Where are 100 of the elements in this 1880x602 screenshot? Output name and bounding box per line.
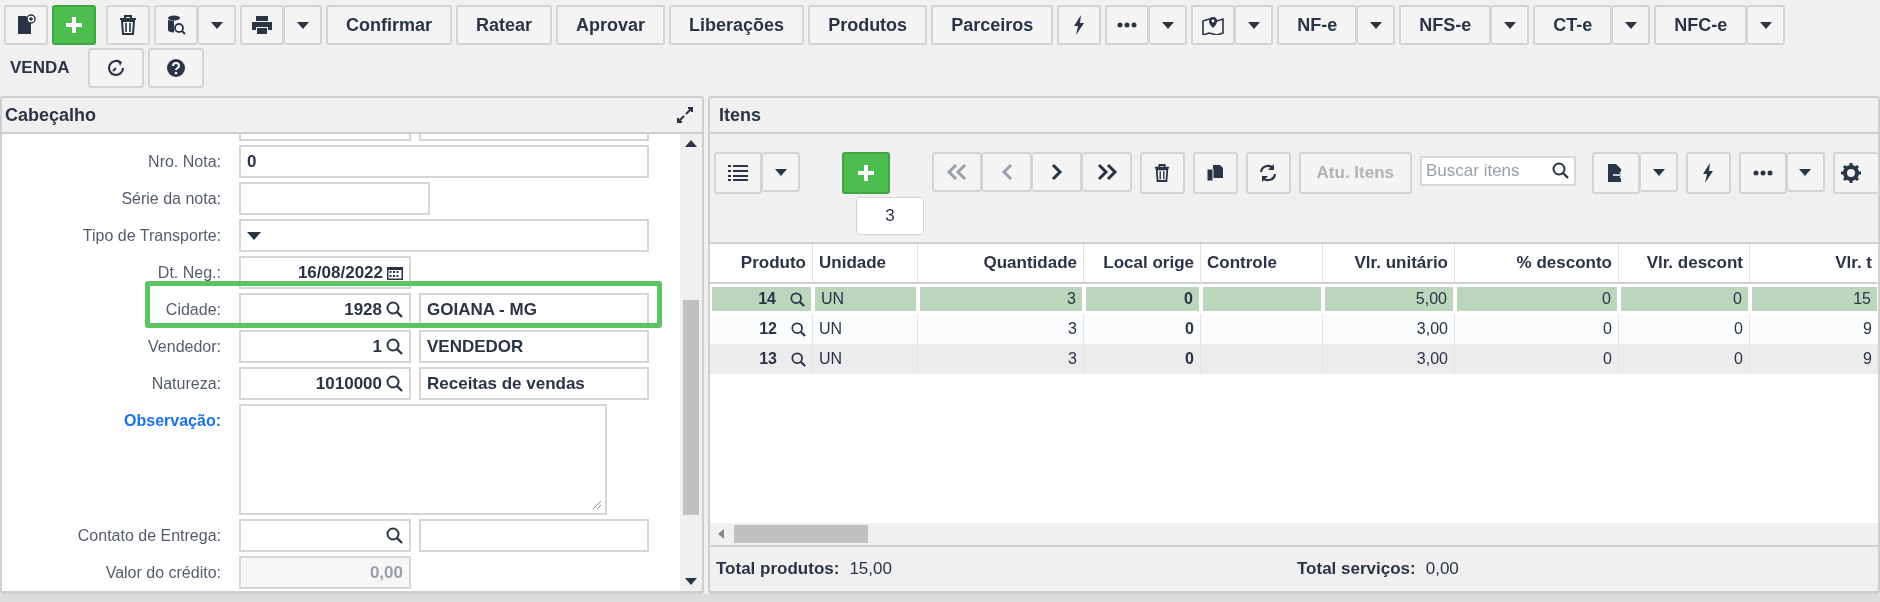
dropdown-button[interactable]	[1612, 5, 1651, 45]
search-field[interactable]: Buscar itens	[1420, 156, 1576, 186]
list-icon	[728, 165, 748, 181]
toolbar-button[interactable]: Confirmar	[326, 5, 452, 45]
history-button[interactable]	[87, 48, 144, 88]
print-button[interactable]	[240, 5, 284, 45]
scroll-left-icon	[718, 529, 724, 539]
column-header[interactable]: % desconto	[1455, 244, 1619, 282]
scrollbar-thumb[interactable]	[734, 525, 868, 543]
dropdown-button[interactable]	[762, 152, 800, 192]
copy-button[interactable]	[1192, 152, 1238, 194]
table-cell: UN	[813, 284, 918, 314]
dropdown-button[interactable]	[1786, 152, 1825, 192]
dropdown-button[interactable]	[1640, 152, 1678, 192]
table-cell: 13	[710, 344, 813, 374]
map-pin-icon	[1202, 15, 1225, 35]
field-label: Natureza:	[150, 374, 222, 394]
vertical-scrollbar[interactable]	[680, 134, 702, 591]
help-button[interactable]	[147, 48, 204, 88]
caret-icon	[1503, 21, 1516, 29]
lightning-icon	[1702, 163, 1715, 183]
pager-button[interactable]	[1082, 152, 1132, 192]
refresh-button[interactable]	[1245, 152, 1291, 194]
column-header[interactable]: Quantidade	[918, 244, 1084, 282]
table-row[interactable]: 13 UN 3 0 3,00 0 0 9	[710, 344, 1878, 374]
table-row[interactable]: 12 UN 3 0 3,00 0 0 9	[710, 314, 1878, 344]
lookup-field[interactable]	[239, 519, 411, 552]
lookup-field[interactable]: 1	[239, 330, 411, 363]
select-field[interactable]	[239, 219, 649, 252]
printer-icon	[251, 15, 273, 35]
delete-button[interactable]	[106, 5, 150, 45]
input-field[interactable]: 0	[239, 145, 649, 178]
delete-item-button[interactable]	[1140, 152, 1185, 194]
toolbar-button[interactable]: Produtos	[808, 5, 928, 45]
column-header[interactable]: Unidade	[813, 244, 918, 282]
column-header[interactable]: Produto	[710, 244, 813, 282]
dropdown-button[interactable]	[284, 5, 322, 45]
field-label: Contato de Entrega:	[76, 526, 222, 546]
search-icon	[386, 338, 403, 355]
map-button[interactable]	[1191, 5, 1236, 45]
table-cell: 15	[1750, 284, 1878, 314]
input-field[interactable]: Receitas de vendas	[419, 367, 649, 400]
search-icon	[790, 291, 805, 307]
more-button[interactable]	[1105, 5, 1150, 45]
document-menu-button[interactable]: NFS-e	[1399, 5, 1492, 45]
input-field[interactable]	[419, 519, 649, 552]
dropdown-button[interactable]	[1235, 5, 1274, 45]
column-header[interactable]: Vlr. unitário	[1323, 244, 1455, 282]
search-icon	[1552, 162, 1569, 179]
input-field[interactable]	[239, 182, 430, 215]
total-label: Total produtos:	[716, 559, 840, 579]
panel-title: Cabeçalho	[5, 104, 97, 126]
input-field[interactable]: VENDEDOR	[419, 330, 649, 363]
document-menu-button[interactable]: NFC-e	[1654, 5, 1748, 45]
table-cell: 0	[1455, 344, 1619, 374]
document-menu-button[interactable]: NF-e	[1277, 5, 1358, 45]
column-header[interactable]: Local orige	[1084, 244, 1201, 282]
field-label: Cidade:	[164, 300, 222, 320]
column-header[interactable]: Vlr. t	[1750, 244, 1878, 282]
dropdown-button[interactable]	[1357, 5, 1396, 45]
trash-icon	[1154, 164, 1171, 182]
table-row[interactable]: 14 UN 3 0 5,00 0 0 15	[710, 284, 1878, 314]
dropdown-button[interactable]	[1491, 5, 1530, 45]
actions-button[interactable]	[1057, 5, 1102, 45]
column-header[interactable]: Controle	[1201, 244, 1323, 282]
list-view-button[interactable]	[714, 152, 762, 194]
expand-icon[interactable]	[676, 106, 694, 124]
dropdown-button[interactable]	[1747, 5, 1786, 45]
lookup-field[interactable]: 1010000	[239, 367, 411, 400]
dropdown-button[interactable]	[1149, 5, 1188, 45]
toolbar-button[interactable]: Ratear	[456, 5, 553, 45]
trash-icon	[119, 15, 137, 35]
column-header[interactable]: Vlr. descont	[1619, 244, 1750, 282]
caret-icon	[210, 21, 223, 29]
actions-button[interactable]	[1686, 152, 1731, 194]
help-icon	[165, 58, 186, 78]
export-button[interactable]	[1592, 152, 1640, 194]
search-icon	[386, 375, 403, 392]
ellipsis-icon	[1752, 170, 1773, 176]
more-button[interactable]	[1738, 152, 1787, 194]
add-item-button[interactable]	[842, 152, 890, 194]
search-icon	[386, 527, 403, 544]
field-label: Observação:	[123, 411, 222, 431]
settings-button[interactable]	[1832, 152, 1878, 194]
search-icon	[791, 321, 806, 337]
toolbar-button[interactable]: Liberações	[669, 5, 805, 45]
resize-grip-icon	[592, 500, 602, 510]
toolbar-button[interactable]: Parceiros	[931, 5, 1054, 45]
panel-title: Itens	[718, 104, 761, 126]
horizontal-scrollbar[interactable]	[710, 523, 1878, 547]
scrollbar-thumb[interactable]	[683, 300, 699, 515]
search-icon	[791, 351, 806, 367]
toolbar-button[interactable]: Aprovar	[556, 5, 666, 45]
chevron-left-icon	[1000, 163, 1013, 181]
double-chevron-left-icon	[946, 163, 968, 181]
document-menu-button[interactable]: CT-e	[1533, 5, 1613, 45]
database-search-button[interactable]	[154, 5, 198, 45]
caret-icon	[247, 231, 261, 240]
dropdown-button[interactable]	[198, 5, 236, 45]
new-document-button[interactable]	[4, 5, 48, 45]
